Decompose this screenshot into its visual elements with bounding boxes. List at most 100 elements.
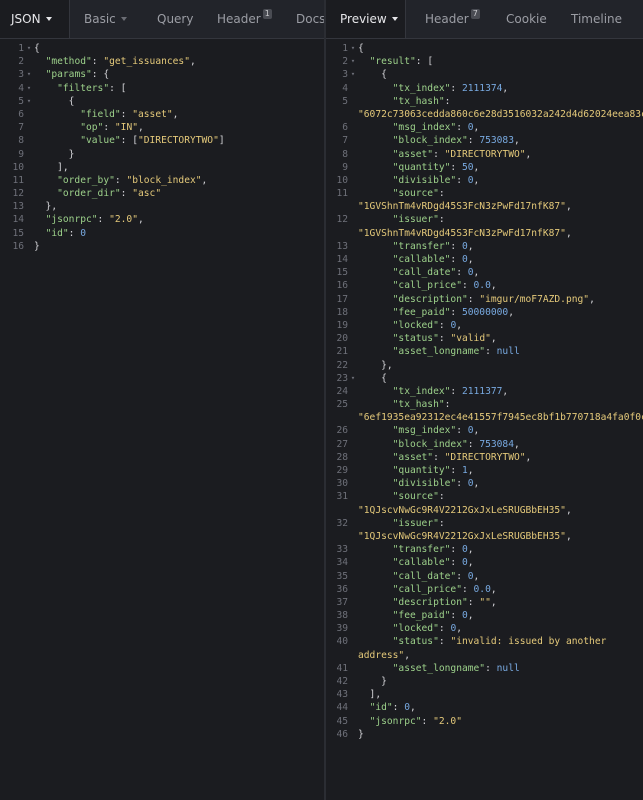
json-punctuation: ,	[565, 504, 572, 516]
fold-gutter	[348, 253, 358, 266]
json-punctuation: ,	[467, 557, 474, 569]
json-key: "field"	[80, 108, 121, 120]
json-punctuation: :	[438, 623, 451, 635]
tab-query[interactable]: Query	[157, 0, 193, 38]
json-punctuation: :	[461, 583, 474, 595]
tab-header[interactable]: Header 1	[217, 0, 272, 38]
json-key: "id"	[369, 702, 393, 714]
json-punctuation	[358, 439, 393, 450]
json-punctuation	[358, 188, 393, 199]
code-line: 27 "block_index": 753084,	[326, 438, 643, 451]
code-line: 13 },	[0, 200, 324, 213]
line-number: 25	[336, 399, 348, 411]
tab-basic[interactable]: Basic	[84, 0, 127, 38]
fold-gutter	[348, 477, 358, 490]
code-text: "description": "imgur/moF7AZD.png",	[358, 293, 595, 306]
line-number	[326, 411, 348, 424]
fold-arrow-icon[interactable]: ▾	[24, 82, 34, 95]
json-punctuation: ,	[589, 293, 595, 305]
line-number: 5	[18, 95, 24, 107]
line-number: 19	[336, 319, 348, 331]
fold-arrow-icon[interactable]: ▾	[24, 95, 34, 108]
line-number	[326, 649, 348, 662]
json-punctuation: :	[433, 148, 445, 160]
tab-cookie-label: Cookie	[506, 12, 547, 26]
tab-timeline[interactable]: Timeline	[571, 0, 622, 38]
code-text: "filters": [	[34, 82, 126, 95]
code-text: "params": {	[34, 68, 110, 81]
fold-gutter	[348, 556, 358, 569]
tab-response-header[interactable]: Header 7	[425, 0, 480, 38]
json-key: "description"	[392, 596, 468, 608]
code-text: "block_index": 753083,	[358, 134, 520, 147]
line-number: 8	[342, 148, 348, 160]
tab-docs[interactable]: Docs	[296, 0, 324, 38]
fold-arrow-icon[interactable]: ▾	[348, 372, 358, 385]
json-value: 0	[80, 227, 87, 239]
fold-arrow-icon[interactable]: ▾	[348, 55, 358, 68]
code-text: "6ef1935ea92312ec4e41557f7945ec8bf1b7707…	[358, 411, 643, 424]
json-punctuation: :	[97, 214, 110, 226]
fold-arrow-icon[interactable]: ▾	[348, 42, 358, 55]
code-line: 11 "source":	[326, 187, 643, 200]
json-punctuation: ,	[467, 544, 474, 556]
json-key: "transfer"	[392, 240, 451, 252]
line-number: 10	[336, 174, 348, 186]
line-number: 12	[12, 188, 24, 200]
fold-gutter	[24, 227, 34, 240]
chevron-down-icon[interactable]	[45, 16, 52, 21]
fold-gutter	[348, 411, 358, 424]
json-string: "1GVShnTm4vRDgd45S3FcN3zPwFd17nfK87"	[358, 201, 566, 213]
fold-gutter	[348, 187, 358, 200]
json-value: 753083	[479, 135, 514, 147]
fold-gutter	[24, 108, 34, 121]
tab-cookie[interactable]: Cookie	[506, 0, 547, 38]
code-line: 41 "asset_longname": null	[326, 662, 643, 675]
code-text: "transfer": 0,	[358, 543, 474, 556]
tab-header-label: Header	[217, 12, 261, 26]
response-preview[interactable]: 1 ▾{2 ▾ "result": [3 ▾ {4 "tx_index": 21113…	[326, 39, 643, 741]
fold-gutter	[348, 121, 358, 134]
fold-arrow-icon[interactable]: ▾	[348, 68, 358, 81]
fold-arrow-icon[interactable]: ▾	[24, 68, 34, 81]
code-line: 13 "transfer": 0,	[326, 240, 643, 253]
code-text: "status": "valid",	[358, 332, 497, 345]
code-line: 9 }	[0, 148, 324, 161]
line-number: 1	[18, 43, 24, 54]
json-key: "call_price"	[392, 280, 462, 292]
json-punctuation: {	[358, 69, 387, 81]
code-text: "divisible": 0,	[358, 174, 480, 187]
json-punctuation	[358, 571, 393, 582]
code-line: 9 "quantity": 50,	[326, 161, 643, 174]
fold-arrow-icon[interactable]: ▾	[24, 42, 34, 55]
json-key: "op"	[80, 122, 104, 134]
code-text: "method": "get_issuances",	[34, 55, 196, 68]
fold-gutter	[348, 504, 358, 517]
json-punctuation: ,	[456, 319, 462, 331]
request-json-editor[interactable]: 1 ▾{2 "method": "get_issuances", 3 ▾ "param…	[0, 39, 324, 253]
json-punctuation: :	[444, 399, 451, 411]
fold-gutter	[348, 424, 358, 437]
tab-json[interactable]: JSON	[0, 0, 70, 38]
json-punctuation: :	[120, 188, 133, 200]
line-number: 40	[336, 636, 348, 648]
tab-preview[interactable]: Preview	[326, 0, 406, 38]
json-punctuation: :	[450, 254, 462, 265]
json-punctuation: :	[421, 715, 434, 727]
json-key: "fee_paid"	[392, 610, 451, 622]
json-key: "transfer"	[392, 544, 451, 556]
json-punctuation: ,	[467, 254, 474, 265]
line-number: 11	[12, 174, 24, 186]
line-number: 45	[336, 715, 348, 727]
code-text: "transfer": 0,	[358, 240, 474, 253]
line-number: 33	[336, 544, 348, 556]
chevron-down-icon[interactable]	[120, 16, 127, 21]
code-line: 31 "source":	[326, 490, 643, 503]
json-punctuation: ,	[201, 174, 208, 186]
json-punctuation	[358, 280, 393, 291]
chevron-down-icon[interactable]	[391, 16, 398, 21]
code-line: 37 "description": "",	[326, 596, 643, 609]
json-punctuation: }	[34, 240, 40, 252]
fold-gutter	[24, 121, 34, 134]
json-key: "msg_index"	[392, 425, 457, 437]
